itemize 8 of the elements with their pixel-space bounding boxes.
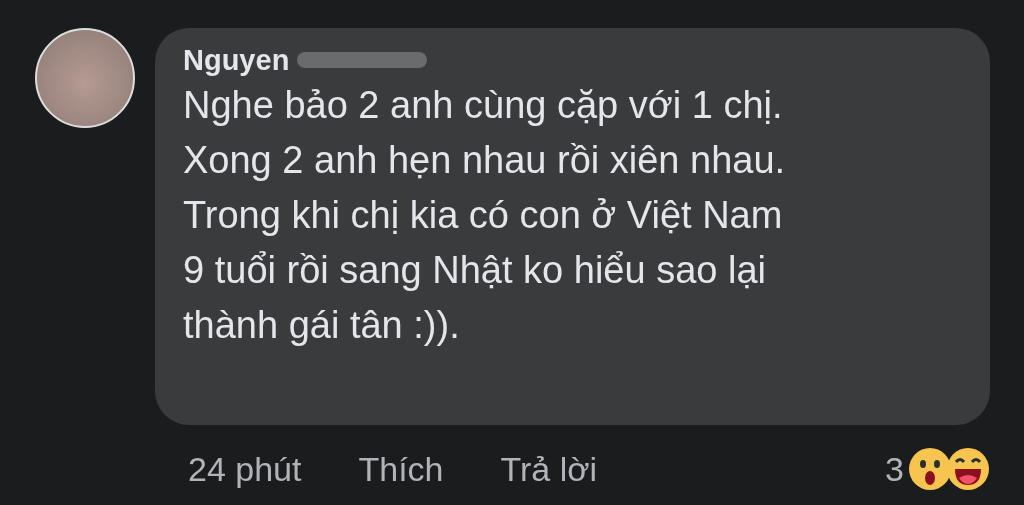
laughing-emoji-icon (946, 447, 990, 491)
reaction-count[interactable]: 3 (885, 449, 904, 489)
reply-button[interactable]: Trả lời (500, 449, 598, 489)
timestamp: 24 phút (188, 449, 302, 489)
like-button[interactable]: Thích (358, 449, 444, 489)
wow-emoji-icon (908, 447, 952, 491)
author-name[interactable]: Nguyen (183, 43, 290, 77)
comment-text: Nghe bảo 2 anh cùng cặp với 1 chị. Xong 2 anh hẹn nhau rồi xiên nhau. Trong khi chị kia có con ở Việt Nam 9 tuổi rồi sang Nhật ko hiểu sao lại thành gái tân :)). (183, 83, 787, 348)
